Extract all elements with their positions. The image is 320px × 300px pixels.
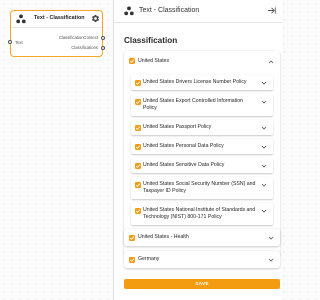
panel-header: Text - Classification bbox=[114, 0, 282, 23]
output-port-label: Classifications bbox=[71, 45, 98, 50]
classification-panel: Text - Classification Classification Uni… bbox=[113, 0, 282, 300]
checkmark-icon bbox=[129, 257, 135, 262]
policy-item[interactable]: United States Social Security Number (SS… bbox=[131, 177, 273, 199]
group-label: United States bbox=[138, 57, 170, 64]
policy-item[interactable]: United States Export Controlled Informat… bbox=[131, 94, 273, 116]
policy-item[interactable]: United States Passport Policy bbox=[131, 120, 273, 135]
checkmark-icon bbox=[135, 144, 140, 149]
checkmark-icon bbox=[129, 235, 135, 240]
hierarchy-icon bbox=[124, 6, 134, 16]
chevron-down-icon[interactable] bbox=[261, 182, 267, 188]
group-checkbox[interactable] bbox=[129, 256, 135, 263]
chevron-down-icon[interactable] bbox=[261, 125, 267, 131]
input-port[interactable] bbox=[8, 40, 13, 44]
policy-label: United States Export Controlled Informat… bbox=[143, 97, 244, 111]
policy-label: United States National Institute of Stan… bbox=[143, 206, 256, 220]
chevron-up-icon[interactable] bbox=[268, 59, 274, 65]
output-port[interactable] bbox=[100, 45, 105, 50]
classification-node[interactable]: Text - Classification Text Classificatio… bbox=[8, 10, 105, 57]
policy-checkbox[interactable] bbox=[134, 98, 141, 105]
group-label: Germany bbox=[138, 256, 160, 262]
classification-group-united-states-health[interactable]: United States - Health bbox=[124, 229, 280, 246]
checkmark-icon bbox=[135, 99, 140, 104]
node-title: Text - Classification bbox=[34, 15, 85, 21]
policy-item[interactable]: United States Drivers License Number Pol… bbox=[131, 75, 273, 90]
output-port[interactable] bbox=[100, 35, 105, 40]
checkmark-icon bbox=[129, 59, 135, 64]
policy-label: United States Sensitive Data Policy bbox=[143, 162, 225, 168]
checkmark-icon bbox=[135, 163, 140, 168]
policy-checkbox[interactable] bbox=[134, 207, 141, 214]
chevron-down-icon[interactable] bbox=[268, 235, 274, 241]
policy-checkbox[interactable] bbox=[134, 124, 141, 131]
policy-checkbox[interactable] bbox=[134, 181, 141, 188]
policy-item[interactable]: United States National Institute of Stan… bbox=[131, 203, 273, 225]
chevron-down-icon[interactable] bbox=[261, 163, 267, 169]
classification-group-germany[interactable]: Germany bbox=[124, 251, 280, 268]
checkmark-icon bbox=[135, 182, 140, 187]
policy-label: United States Social Security Number (SS… bbox=[143, 180, 256, 194]
chevron-down-icon[interactable] bbox=[261, 80, 267, 86]
gear-icon[interactable] bbox=[91, 14, 100, 23]
panel-title: Text - Classification bbox=[139, 7, 200, 14]
policy-item[interactable]: United States Sensitive Data Policy bbox=[131, 158, 273, 173]
classification-group-united-states: United States United States Drivers Lice… bbox=[124, 51, 280, 255]
policy-checkbox[interactable] bbox=[134, 162, 141, 169]
checkmark-icon bbox=[135, 208, 140, 213]
section-title: Classification bbox=[124, 36, 178, 45]
node-header: Text - Classification bbox=[11, 11, 102, 28]
arrow-right-collapse-icon[interactable] bbox=[267, 6, 276, 15]
policy-label: United States Passport Policy bbox=[143, 124, 212, 130]
save-button[interactable]: SAVE bbox=[124, 279, 280, 289]
input-port-label: Text bbox=[15, 39, 23, 45]
output-port-label: ClassificationContext bbox=[58, 35, 98, 40]
group-header[interactable]: United States bbox=[124, 51, 280, 69]
group-label: United States - Health bbox=[138, 234, 189, 240]
group-checkbox[interactable] bbox=[129, 234, 135, 241]
chevron-down-icon[interactable] bbox=[261, 144, 267, 150]
policy-item[interactable]: United States Personal Data Policy bbox=[131, 139, 273, 154]
policy-checkbox[interactable] bbox=[134, 143, 141, 150]
chevron-down-icon[interactable] bbox=[261, 208, 267, 214]
checkmark-icon bbox=[135, 125, 140, 130]
hierarchy-icon bbox=[16, 14, 26, 24]
policy-label: United States Drivers License Number Pol… bbox=[143, 79, 247, 85]
policy-checkbox[interactable] bbox=[134, 79, 141, 86]
policy-label: United States Personal Data Policy bbox=[143, 143, 224, 149]
group-checkbox[interactable] bbox=[129, 58, 135, 64]
checkmark-icon bbox=[135, 80, 140, 85]
chevron-down-icon[interactable] bbox=[261, 99, 267, 105]
chevron-down-icon[interactable] bbox=[268, 257, 274, 263]
